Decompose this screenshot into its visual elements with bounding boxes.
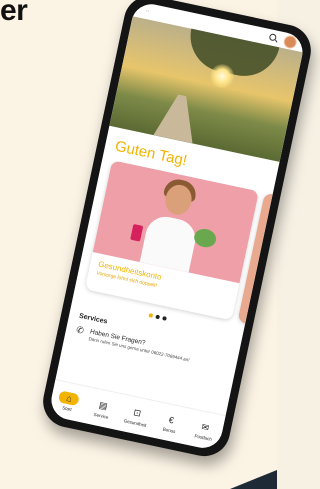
lock-icon: ⊡ [132, 406, 143, 419]
avatar[interactable] [282, 34, 298, 50]
nav-label: Postfach [194, 432, 213, 442]
nav-item-gesundheit[interactable]: ⊡ Gesundheit [120, 403, 153, 428]
cover-text: er [0, 0, 28, 27]
nav-label: Gesundheit [123, 417, 147, 428]
nav-item-service[interactable]: ▤ Service [86, 396, 119, 421]
status-time: ·· [145, 7, 150, 15]
document-icon: ▤ [98, 399, 109, 411]
mail-icon: ✉ [200, 421, 211, 433]
photo-body [139, 213, 199, 273]
search-icon[interactable] [268, 33, 279, 44]
nav-label: Service [93, 411, 110, 420]
nav-label: Bonus [162, 426, 176, 434]
nav-item-start[interactable]: ⌂ Start [52, 389, 85, 414]
euro-icon: € [167, 414, 175, 425]
home-icon: ⌂ [58, 389, 81, 406]
nav-item-postfach[interactable]: ✉ Postfach [188, 418, 221, 443]
path-shape [153, 91, 201, 143]
nav-item-bonus[interactable]: € Bonus [154, 411, 187, 436]
nav-label: Start [61, 404, 73, 412]
broccoli-icon [192, 227, 218, 250]
dumbbell-icon [130, 223, 144, 242]
phone-icon [75, 326, 84, 335]
